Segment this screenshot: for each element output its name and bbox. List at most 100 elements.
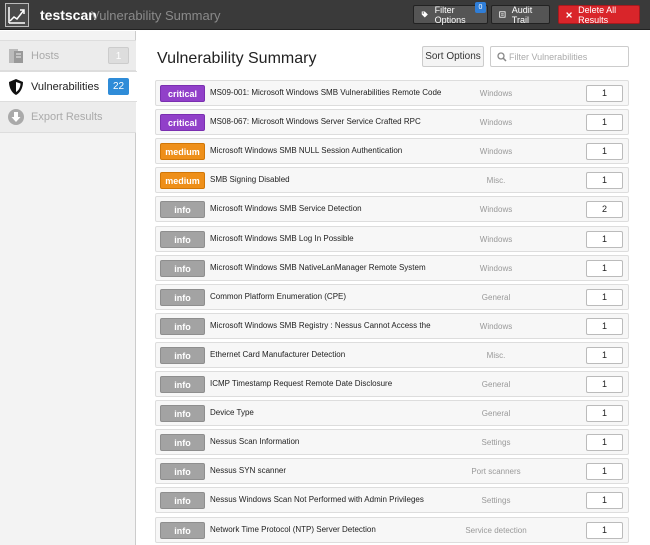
filter-count-badge: 0: [475, 2, 486, 13]
severity-badge: medium: [160, 143, 205, 161]
close-icon: [566, 11, 572, 18]
vulnerability-name[interactable]: MS09-001: Microsoft Windows SMB Vulnerab…: [210, 88, 441, 97]
plugin-family: Windows: [479, 234, 513, 244]
plugin-family: Windows: [479, 263, 513, 273]
app-logo-icon[interactable]: [5, 3, 29, 27]
sidebar-item-export-results[interactable]: Export Results: [0, 102, 136, 133]
plugin-family: General: [481, 292, 511, 302]
vulnerability-row[interactable]: info Device Type General 1: [155, 400, 629, 427]
plugin-family: Service detection: [465, 525, 527, 535]
sidebar-item-vulnerabilities[interactable]: Vulnerabilities 22: [0, 71, 137, 102]
audit-trail-label: Audit Trail: [511, 4, 533, 25]
top-bar: testscan Vulnerability Summary Filter Op…: [0, 0, 650, 30]
plugin-family: Windows: [479, 321, 513, 331]
scan-title: testscan: [40, 7, 97, 23]
vulnerability-row[interactable]: info Microsoft Windows SMB NativeLanManag…: [155, 254, 629, 281]
filter-vulnerabilities-field[interactable]: [490, 46, 629, 67]
vulnerability-row[interactable]: info Microsoft Windows SMB Log In Possibl…: [155, 225, 629, 252]
plugin-family: Windows: [479, 89, 513, 98]
vulnerability-row[interactable]: critical MS08-067: Microsoft Windows Serv…: [155, 109, 629, 136]
plugin-family: Windows: [479, 118, 513, 128]
filter-vulnerabilities-input[interactable]: [509, 49, 624, 64]
severity-badge: info: [160, 230, 205, 248]
vulnerability-name[interactable]: Microsoft Windows SMB Service Detection: [210, 204, 362, 213]
severity-badge: info: [160, 346, 205, 364]
hosts-count-badge: 1: [108, 47, 129, 64]
severity-badge: info: [160, 405, 205, 423]
host-count: 1: [586, 405, 623, 423]
vulnerability-row[interactable]: info Ethernet Card Manufacturer Detection…: [155, 341, 629, 368]
host-count: 2: [586, 201, 623, 219]
vulnerability-row[interactable]: info Network Time Protocol (NTP) Server D…: [155, 516, 629, 543]
sidebar: Hosts 1 Vulnerabilities 22 Export Result…: [0, 31, 137, 545]
vulnerability-name[interactable]: Common Platform Enumeration (CPE): [210, 292, 346, 301]
vulnerability-row[interactable]: medium Microsoft Windows SMB NULL Session…: [155, 138, 629, 165]
host-count: 1: [586, 317, 623, 335]
host-count: 1: [586, 230, 623, 248]
sidebar-item-label: Vulnerabilities: [31, 81, 100, 93]
vulnerability-name[interactable]: Device Type: [210, 408, 254, 417]
severity-badge: info: [160, 317, 205, 335]
severity-badge: info: [160, 259, 205, 277]
search-icon: [497, 52, 507, 62]
sidebar-item-hosts[interactable]: Hosts 1: [0, 40, 136, 71]
plugin-family: Misc.: [486, 350, 506, 360]
list-icon: [499, 11, 506, 18]
vulnerability-row[interactable]: critical MS09-001: Microsoft Windows SMB …: [155, 80, 629, 106]
vulnerability-name[interactable]: Network Time Protocol (NTP) Server Detec…: [210, 525, 376, 534]
host-count: 1: [586, 346, 623, 364]
vulnerability-name[interactable]: Nessus SYN scanner: [210, 466, 286, 475]
sidebar-item-label: Export Results: [31, 111, 103, 123]
vulnerability-row[interactable]: info ICMP Timestamp Request Remote Date D…: [155, 371, 629, 397]
plugin-family: Windows: [479, 147, 513, 157]
vulnerability-row[interactable]: info Nessus Scan Information Settings 1: [155, 429, 629, 456]
vulnerability-name[interactable]: Microsoft Windows SMB Registry : Nessus …: [210, 321, 431, 330]
vulnerability-row[interactable]: info Common Platform Enumeration (CPE) Gen…: [155, 283, 629, 310]
severity-badge: info: [160, 288, 205, 306]
host-count: 1: [586, 376, 623, 393]
vulnerability-name[interactable]: Microsoft Windows SMB NULL Session Authe…: [210, 146, 402, 155]
audit-trail-button[interactable]: Audit Trail: [491, 4, 550, 25]
vulnerability-row[interactable]: info Microsoft Windows SMB Service Detect…: [155, 196, 629, 223]
host-count: 1: [586, 521, 623, 539]
vulnerability-name[interactable]: Microsoft Windows SMB NativeLanManager R…: [210, 263, 426, 272]
delete-all-results-button[interactable]: Delete All Results: [558, 4, 640, 25]
server-icon: [9, 49, 23, 63]
vulnerabilities-count-badge: 22: [108, 78, 129, 95]
filter-options-label: Filter Options: [434, 4, 466, 25]
plugin-family: Windows: [479, 205, 513, 215]
sidebar-item-label: Hosts: [31, 50, 60, 62]
vulnerability-row[interactable]: info Microsoft Windows SMB Registry : Nes…: [155, 312, 629, 339]
plugin-family: General: [481, 380, 511, 389]
plugin-family: Settings: [481, 438, 511, 448]
host-count: 1: [586, 114, 623, 132]
sort-options-button[interactable]: Sort Options: [422, 46, 484, 67]
host-count: 1: [586, 492, 623, 510]
severity-badge: info: [160, 434, 205, 452]
vulnerability-row[interactable]: info Nessus SYN scanner Port scanners 1: [155, 458, 629, 485]
host-count: 1: [586, 463, 623, 481]
plugin-family: General: [481, 409, 511, 419]
severity-badge: info: [160, 463, 205, 481]
severity-badge: critical: [160, 114, 205, 132]
host-count: 1: [586, 434, 623, 452]
severity-badge: info: [160, 376, 205, 393]
vulnerability-row[interactable]: info Nessus Windows Scan Not Performed wi…: [155, 487, 629, 514]
vulnerability-name[interactable]: ICMP Timestamp Request Remote Date Discl…: [210, 379, 392, 388]
vulnerability-name[interactable]: Nessus Scan Information: [210, 437, 299, 446]
severity-badge: info: [160, 492, 205, 510]
vulnerability-name[interactable]: Ethernet Card Manufacturer Detection: [210, 350, 345, 359]
delete-all-label: Delete All Results: [578, 4, 617, 25]
shield-icon: [9, 79, 23, 95]
vulnerability-name[interactable]: SMB Signing Disabled: [210, 175, 290, 184]
vulnerability-name[interactable]: Nessus Windows Scan Not Performed with A…: [210, 495, 424, 504]
host-count: 1: [586, 85, 623, 102]
vulnerability-row[interactable]: medium SMB Signing Disabled Misc. 1: [155, 167, 629, 194]
host-count: 1: [586, 172, 623, 190]
plugin-family: Settings: [481, 496, 511, 506]
host-count: 1: [586, 288, 623, 306]
severity-badge: info: [160, 521, 205, 539]
host-count: 1: [586, 259, 623, 277]
vulnerability-name[interactable]: Microsoft Windows SMB Log In Possible: [210, 234, 354, 243]
vulnerability-name[interactable]: MS08-067: Microsoft Windows Server Servi…: [210, 117, 421, 126]
